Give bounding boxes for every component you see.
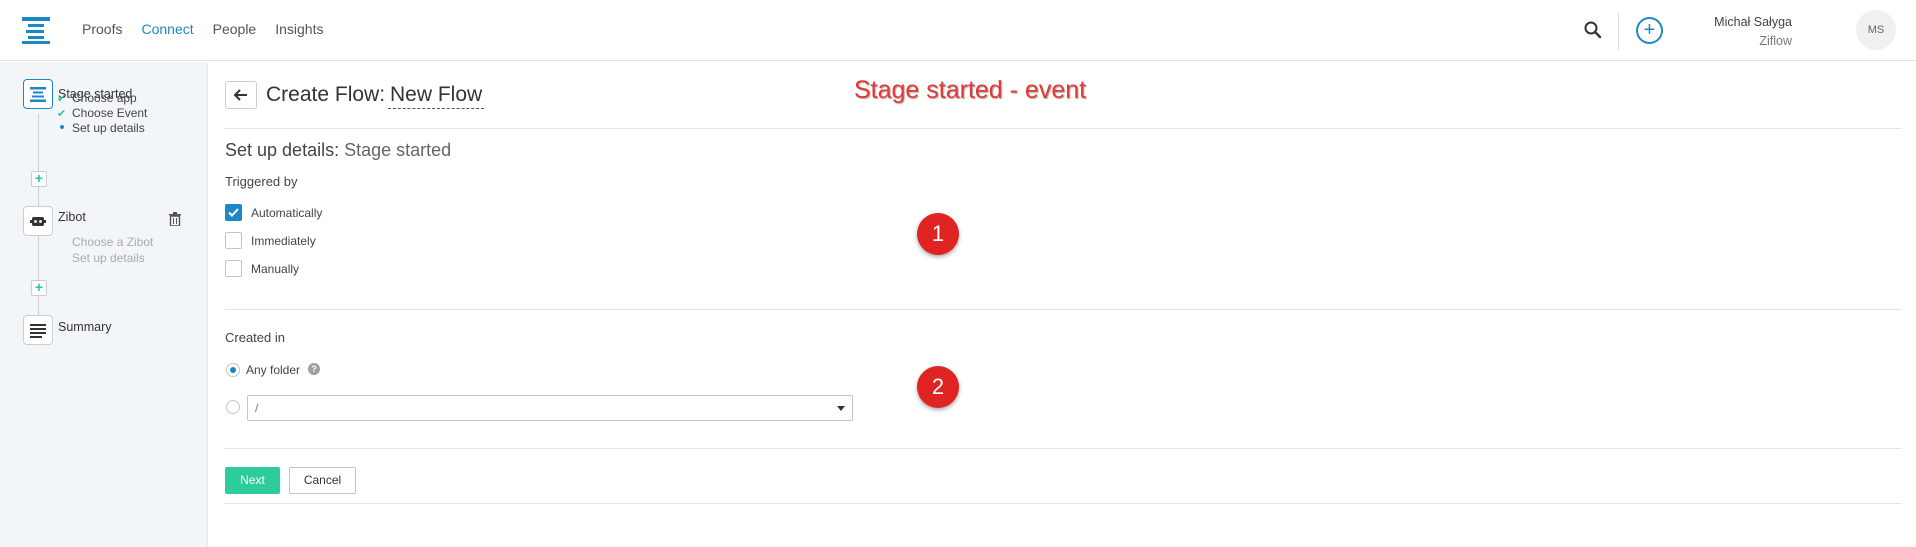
arrow-left-icon: [233, 89, 247, 101]
page-title: Create Flow:: [266, 83, 386, 106]
trash-icon[interactable]: [169, 212, 181, 226]
current-step-bullet: [60, 125, 64, 129]
divider: [225, 448, 1901, 449]
back-button[interactable]: [225, 81, 257, 109]
substep-zibot-set-up-details[interactable]: Set up details: [72, 251, 145, 265]
divider: [225, 503, 1901, 504]
robot-icon: [30, 217, 46, 226]
nav-people[interactable]: People: [213, 21, 257, 37]
search-icon[interactable]: [1583, 20, 1603, 40]
flow-name-editable[interactable]: New Flow: [388, 83, 485, 109]
annotation-badge-1: 1: [917, 213, 959, 255]
check-icon: ✔: [57, 108, 67, 120]
next-button[interactable]: Next: [225, 467, 280, 494]
plus-icon: +: [1643, 19, 1656, 41]
nav-insights[interactable]: Insights: [275, 21, 323, 37]
step-title-zibot[interactable]: Zibot: [58, 210, 86, 224]
manually-checkbox[interactable]: [225, 260, 242, 277]
section-title-prefix: Set up details:: [225, 140, 340, 160]
any-folder-radio[interactable]: [226, 363, 240, 377]
automatically-checkbox[interactable]: [225, 204, 242, 221]
automatically-label[interactable]: Automatically: [251, 206, 322, 220]
annotation-badge-2: 2: [917, 366, 959, 408]
specific-folder-radio[interactable]: [226, 400, 240, 414]
add-step-button[interactable]: +: [31, 171, 47, 187]
user-organization: Ziflow: [1759, 34, 1792, 48]
cancel-button[interactable]: Cancel: [289, 467, 356, 494]
substep-choose-event[interactable]: Choose Event: [72, 106, 147, 120]
manually-label[interactable]: Manually: [251, 262, 299, 276]
add-step-button[interactable]: +: [31, 280, 47, 296]
summary-lines-icon: [30, 324, 46, 338]
ziflow-logo-icon[interactable]: [22, 16, 50, 44]
nav-divider: [1618, 12, 1619, 50]
substep-choose-zibot[interactable]: Choose a Zibot: [72, 235, 153, 249]
flow-steps-sidebar: Stage started ✔ Choose app ✔ Choose Even…: [0, 62, 208, 547]
caret-down-icon: [837, 406, 845, 411]
nav-connect[interactable]: Connect: [141, 21, 193, 37]
step-title-summary[interactable]: Summary: [58, 320, 111, 334]
immediately-label[interactable]: Immediately: [251, 234, 316, 248]
triggered-by-label: Triggered by: [225, 174, 298, 189]
any-folder-label[interactable]: Any folder: [246, 363, 300, 377]
created-in-label: Created in: [225, 330, 285, 345]
divider: [225, 309, 1901, 310]
stage-icon: [30, 87, 46, 102]
annotation-title: Stage started - event: [854, 76, 1087, 104]
substep-choose-app[interactable]: Choose app: [72, 91, 137, 105]
add-new-button[interactable]: +: [1636, 17, 1663, 44]
section-title: Set up details: Stage started: [225, 140, 451, 161]
step-connector: [38, 114, 39, 221]
top-navigation-bar: Proofs Connect People Insights + Michał …: [0, 0, 1916, 61]
folder-select-value: /: [255, 401, 259, 415]
user-name[interactable]: Michał Sałyga: [1714, 15, 1792, 29]
checkmark-icon: [228, 208, 239, 217]
folder-select[interactable]: /: [247, 395, 853, 421]
section-subtitle: Stage started: [344, 140, 452, 160]
main-nav: Proofs Connect People Insights: [82, 21, 323, 37]
nav-proofs[interactable]: Proofs: [82, 21, 122, 37]
immediately-checkbox[interactable]: [225, 232, 242, 249]
stage-started-step-icon[interactable]: [23, 79, 53, 109]
zibot-step-icon[interactable]: [23, 206, 53, 236]
summary-step-icon[interactable]: [23, 315, 53, 345]
divider: [225, 128, 1901, 129]
help-icon[interactable]: ?: [308, 363, 320, 375]
check-icon: ✔: [57, 93, 67, 105]
substep-set-up-details[interactable]: Set up details: [72, 121, 145, 135]
avatar[interactable]: MS: [1856, 10, 1896, 50]
